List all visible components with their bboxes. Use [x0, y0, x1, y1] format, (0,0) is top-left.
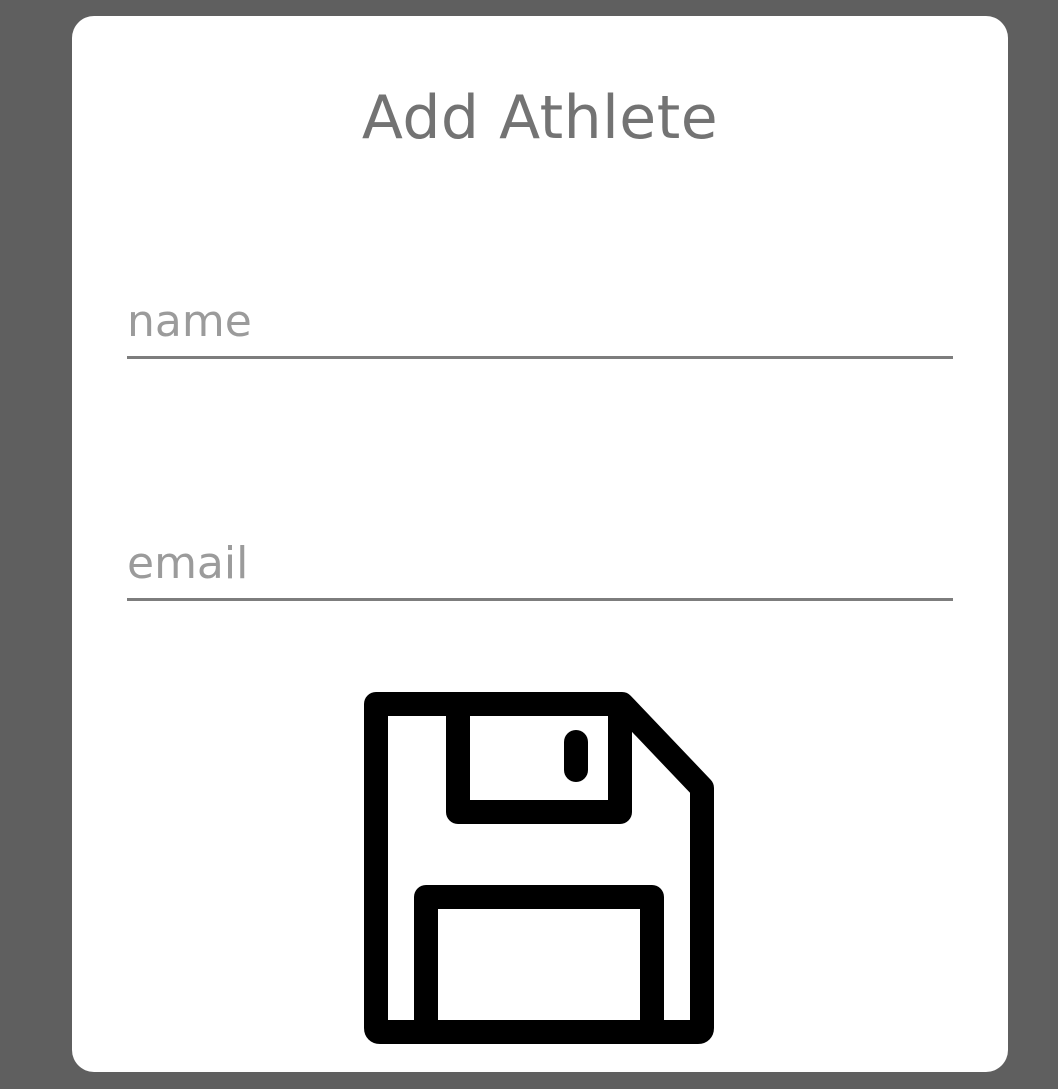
- floppy-disk-save-icon: [364, 692, 714, 1044]
- email-field[interactable]: [127, 528, 953, 601]
- add-athlete-dialog: Add Athlete: [72, 16, 1008, 1072]
- name-input[interactable]: [127, 286, 953, 356]
- save-button[interactable]: [364, 692, 716, 1044]
- dialog-title: Add Athlete: [361, 83, 719, 153]
- email-input[interactable]: [127, 528, 953, 598]
- name-field[interactable]: [127, 286, 953, 359]
